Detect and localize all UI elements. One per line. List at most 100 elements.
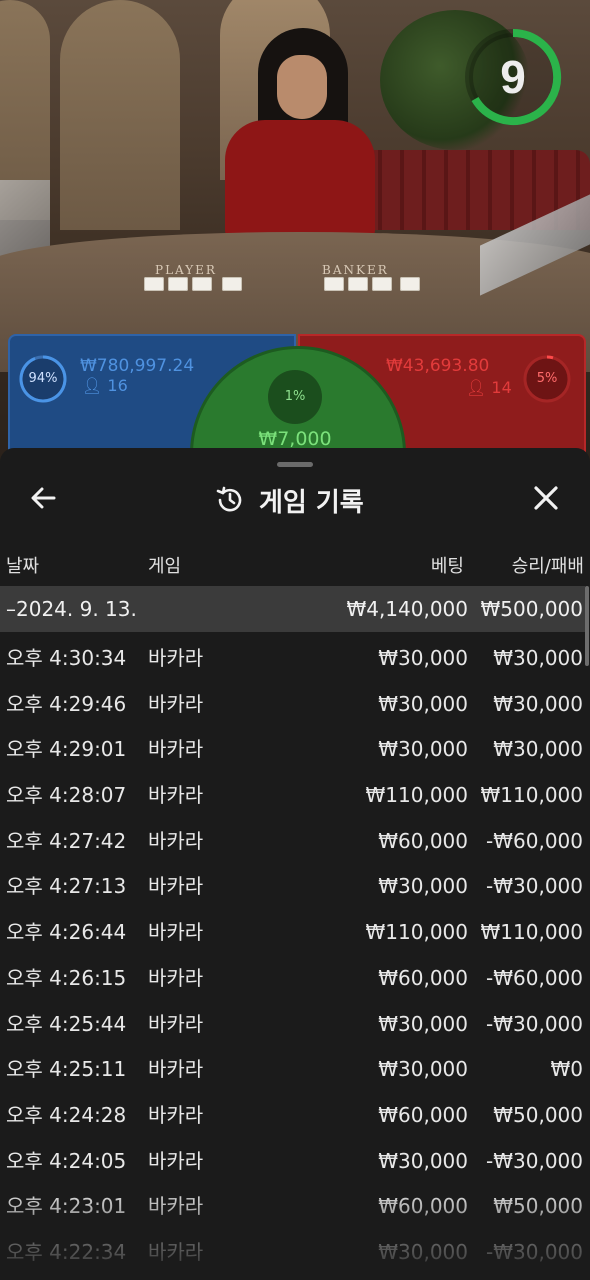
dealer-body	[225, 120, 375, 240]
user-icon: 👤︎	[466, 378, 487, 397]
history-row-win-loss: ₩50,000	[493, 1102, 583, 1127]
history-row-bet: ₩30,000	[378, 737, 468, 762]
date-group-label: –2024. 9. 13.	[6, 597, 137, 621]
history-row-game: 바카라	[148, 828, 204, 853]
banker-bet-total: ₩43,693.80	[386, 356, 490, 376]
history-row-time: 오후 4:25:11	[6, 1057, 127, 1082]
player-bettor-count: 👤︎ 16	[82, 376, 128, 395]
column-header-game: 게임	[148, 556, 182, 577]
history-row-time: 오후 4:26:44	[6, 920, 127, 945]
history-row-win-loss: ₩110,000	[480, 920, 583, 945]
history-row-time: 오후 4:29:01	[6, 737, 127, 762]
banker-percent-ring: 5%	[522, 354, 572, 404]
history-row-game: 바카라	[148, 737, 204, 762]
history-row-win-loss: -₩60,000	[486, 965, 583, 990]
sheet-title: 게임 기록	[259, 487, 364, 518]
list-fade-overlay	[0, 1188, 590, 1280]
card-slot	[192, 277, 212, 291]
history-row[interactable]: 오후 4:29:01 바카라 ₩30,000 ₩30,000	[0, 727, 590, 773]
history-row-win-loss: -₩30,000	[486, 1148, 583, 1173]
history-row[interactable]: 오후 4:26:44 바카라 ₩110,000 ₩110,000	[0, 910, 590, 956]
history-row-time: 오후 4:25:44	[6, 1011, 127, 1036]
history-row-bet: ₩30,000	[378, 1148, 468, 1173]
close-button[interactable]	[524, 476, 568, 520]
table-label-banker: BANKER	[322, 263, 389, 277]
history-row-win-loss: ₩30,000	[493, 646, 583, 670]
dealer-face	[277, 55, 327, 119]
history-row[interactable]: 오후 4:24:05 바카라 ₩30,000 -₩30,000	[0, 1139, 590, 1185]
history-row[interactable]: 오후 4:25:44 바카라 ₩30,000 -₩30,000	[0, 1002, 590, 1048]
player-bettor-count-value: 16	[107, 376, 128, 395]
column-header-date: 날짜	[6, 556, 40, 577]
history-row-time: 오후 4:24:05	[6, 1148, 127, 1173]
history-row-win-loss: ₩0	[550, 1057, 584, 1082]
history-row[interactable]: 오후 4:29:46 바카라 ₩30,000 ₩30,000	[0, 682, 590, 728]
banker-percent: 5%	[536, 371, 558, 386]
history-clock-icon	[216, 486, 242, 512]
history-row-time: 오후 4:28:07	[6, 783, 127, 808]
history-row-bet: ₩60,000	[378, 828, 468, 853]
history-row-bet: ₩30,000	[378, 646, 468, 670]
history-row-win-loss: -₩60,000	[486, 828, 583, 853]
history-row[interactable]: 오후 4:30:34 바카라 ₩30,000 ₩30,000	[0, 636, 590, 682]
card-slot	[400, 277, 420, 291]
history-row[interactable]: 오후 4:24:28 바카라 ₩60,000 ₩50,000	[0, 1093, 590, 1139]
close-icon	[534, 486, 558, 510]
history-list: 오후 4:30:34 바카라 ₩30,000 ₩30,000 오후 4:29:46 바카라…	[0, 636, 590, 1276]
date-group-win-loss-total: ₩500,000	[480, 597, 583, 621]
history-row-bet: ₩110,000	[365, 920, 468, 945]
history-row[interactable]: 오후 4:28:07 바카라 ₩110,000 ₩110,000	[0, 773, 590, 819]
history-row-bet: ₩30,000	[378, 691, 468, 716]
history-row-game: 바카라	[148, 783, 204, 808]
background-arch	[60, 0, 180, 230]
card-slot	[372, 277, 392, 291]
history-row-time: 오후 4:27:42	[6, 828, 127, 853]
history-row-game: 바카라	[148, 691, 204, 716]
history-row[interactable]: 오후 4:25:11 바카라 ₩30,000 ₩0	[0, 1047, 590, 1093]
history-row-win-loss: ₩30,000	[493, 691, 583, 716]
history-row-bet: ₩30,000	[378, 1011, 468, 1036]
sheet-drag-handle[interactable]	[277, 462, 313, 467]
history-row-win-loss: -₩30,000	[486, 1011, 583, 1036]
card-slot	[348, 277, 368, 291]
card-slot	[222, 277, 242, 291]
game-history-sheet: 게임 기록 날짜 게임 베팅 승리/패배 –2024. 9. 13. ₩4,14…	[0, 448, 590, 1280]
tie-bet-total: ₩7,000	[258, 428, 332, 450]
countdown-value: 9	[500, 51, 526, 103]
banker-bettor-count-value: 14	[491, 378, 512, 397]
player-bet-total: ₩780,997.24	[80, 356, 195, 376]
back-button[interactable]	[22, 476, 66, 520]
sheet-header: 게임 기록	[215, 478, 364, 522]
history-row-bet: ₩30,000	[378, 874, 468, 899]
player-percent: 94%	[28, 371, 58, 386]
history-row-time: 오후 4:27:13	[6, 874, 127, 899]
history-row-win-loss: -₩30,000	[486, 874, 583, 899]
history-row-time: 오후 4:30:34	[6, 646, 127, 670]
table-label-player: PLAYER	[155, 263, 217, 277]
history-row-game: 바카라	[148, 920, 204, 945]
player-percent-ring: 94%	[18, 354, 68, 404]
history-row-time: 오후 4:24:28	[6, 1102, 127, 1127]
date-group-row[interactable]: –2024. 9. 13. ₩4,140,000 ₩500,000	[0, 586, 585, 632]
history-row-win-loss: ₩30,000	[493, 737, 583, 762]
banker-bettor-count: 👤︎ 14	[466, 378, 512, 397]
card-slot	[144, 277, 164, 291]
history-row[interactable]: 오후 4:27:13 바카라 ₩30,000 -₩30,000	[0, 864, 590, 910]
history-row-game: 바카라	[148, 1011, 204, 1036]
history-row-game: 바카라	[148, 1057, 204, 1082]
card-slot	[324, 277, 344, 291]
history-row-time: 오후 4:26:15	[6, 965, 127, 990]
history-row[interactable]: 오후 4:26:15 바카라 ₩60,000 -₩60,000	[0, 956, 590, 1002]
history-row-game: 바카라	[148, 646, 204, 670]
history-row-bet: ₩60,000	[378, 965, 468, 990]
history-row-game: 바카라	[148, 1148, 204, 1173]
history-row-win-loss: ₩110,000	[480, 783, 583, 808]
history-row-time: 오후 4:29:46	[6, 691, 127, 716]
card-slot	[168, 277, 188, 291]
history-row-bet: ₩30,000	[378, 1057, 468, 1082]
column-header-bet: 베팅	[430, 556, 464, 577]
tie-percent: 1%	[268, 370, 322, 424]
user-icon: 👤︎	[82, 376, 103, 395]
history-row[interactable]: 오후 4:27:42 바카라 ₩60,000 -₩60,000	[0, 819, 590, 865]
date-group-bet-total: ₩4,140,000	[346, 597, 468, 621]
